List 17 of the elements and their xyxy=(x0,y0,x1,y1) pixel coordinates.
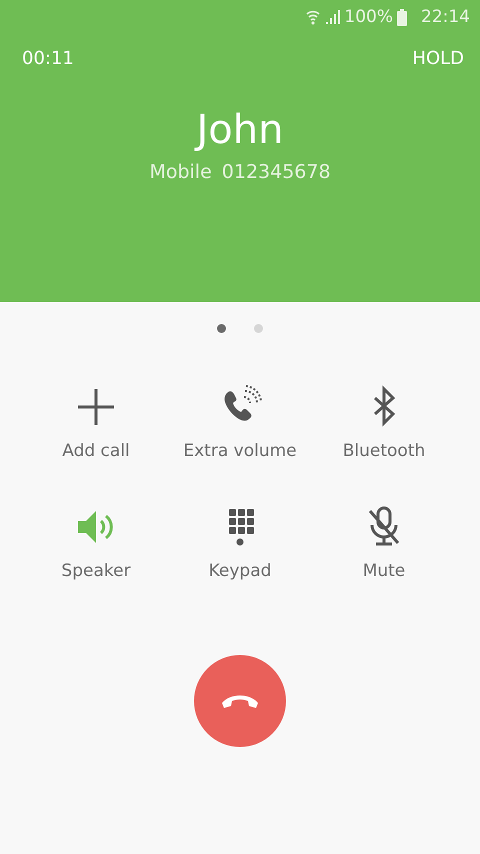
call-action-button[interactable]: Speaker xyxy=(24,505,168,581)
clock-time: 22:14 xyxy=(421,7,470,27)
call-action-button[interactable]: Keypad xyxy=(168,505,312,581)
call-action-button[interactable]: Mute xyxy=(312,505,456,581)
number-type: Mobile xyxy=(149,161,212,183)
page-indicator-dot[interactable] xyxy=(254,324,263,333)
phone-number: 012345678 xyxy=(222,161,331,183)
page-indicator-dot[interactable] xyxy=(217,324,226,333)
caller-name: John xyxy=(196,107,284,153)
call-action-button[interactable]: Extra volume xyxy=(168,385,312,461)
signal-icon xyxy=(324,10,340,24)
wifi-icon xyxy=(306,9,320,25)
call-action-button[interactable]: Add call xyxy=(24,385,168,461)
call-timer: 00:11 xyxy=(22,48,74,69)
call-action-button[interactable]: Bluetooth xyxy=(312,385,456,461)
battery-icon xyxy=(397,8,407,26)
battery-percentage: 100% xyxy=(344,7,393,27)
